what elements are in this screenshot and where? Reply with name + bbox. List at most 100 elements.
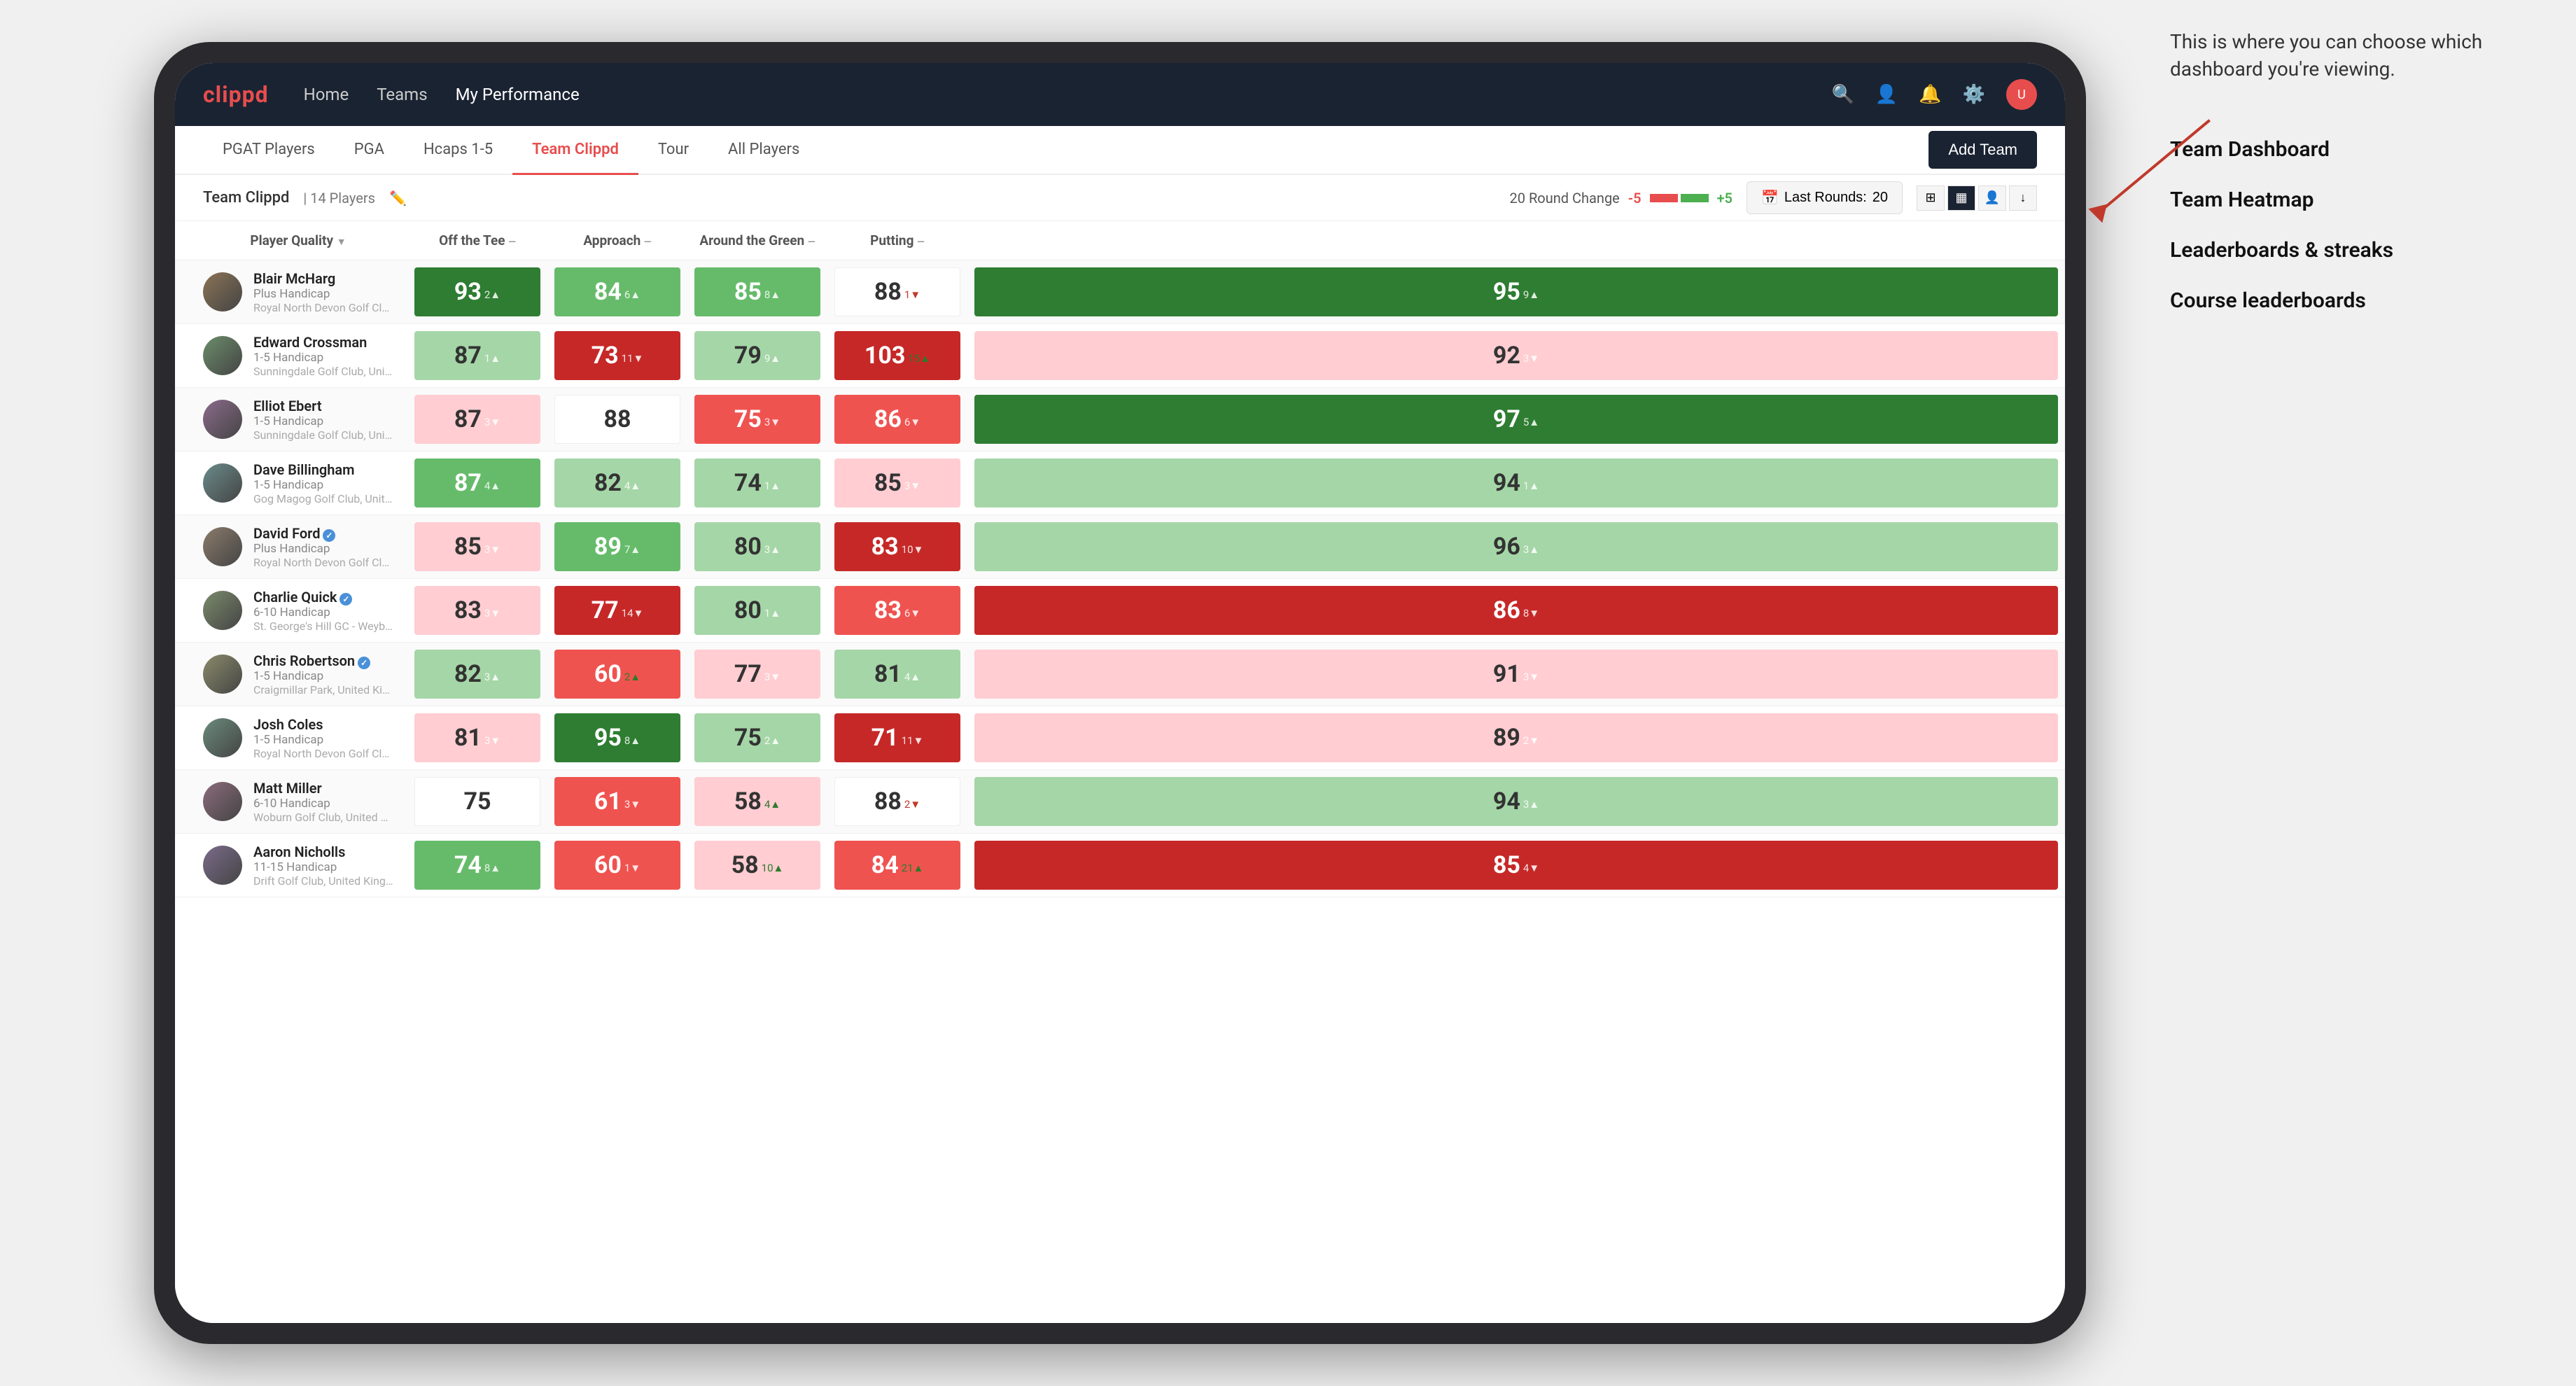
nav-my-performance[interactable]: My Performance — [456, 85, 580, 104]
metric-approach: 85 8▲ — [687, 260, 827, 324]
player-handicap: 1-5 Handicap — [253, 478, 393, 492]
player-info: Matt Miller 6-10 Handicap Woburn Golf Cl… — [203, 780, 393, 824]
view-icons: ⊞ ▦ 👤 ↓ — [1917, 186, 2037, 211]
metric-box: 60 2▲ — [554, 650, 680, 699]
player-info: Aaron Nicholls 11-15 Handicap Drift Golf… — [203, 844, 393, 888]
player-club: Royal North Devon Golf Club, United King… — [253, 747, 393, 760]
player-cell[interactable]: Aaron Nicholls 11-15 Handicap Drift Golf… — [175, 834, 407, 897]
tab-team-clippd[interactable]: Team Clippd — [512, 126, 638, 175]
player-cell[interactable]: Chris Robertson✓ 1-5 Handicap Craigmilla… — [175, 643, 407, 706]
metric-player_quality: 85 3▼ — [407, 515, 547, 579]
metric-value: 77 — [734, 660, 762, 688]
metric-box: 91 3▼ — [974, 650, 2058, 699]
metric-change: 4▲ — [904, 671, 920, 683]
player-cell[interactable]: Matt Miller 6-10 Handicap Woburn Golf Cl… — [175, 770, 407, 834]
metric-around: 88 2▼ — [827, 770, 967, 834]
last-rounds-button[interactable]: 📅 Last Rounds: 20 — [1746, 181, 1903, 214]
view-grid-icon[interactable]: ⊞ — [1917, 186, 1945, 211]
metric-value: 93 — [454, 278, 482, 306]
nav-bar: clippd Home Teams My Performance 🔍 👤 🔔 ⚙… — [175, 63, 2065, 126]
player-cell[interactable]: Edward Crossman 1-5 Handicap Sunningdale… — [175, 324, 407, 388]
metric-box: 87 1▲ — [414, 331, 540, 380]
player-info: Elliot Ebert 1-5 Handicap Sunningdale Go… — [203, 398, 393, 442]
metric-box: 87 3▼ — [414, 395, 540, 444]
sort-arrow-around[interactable]: — — [808, 237, 816, 248]
player-name: Blair McHarg — [253, 270, 393, 287]
sort-arrow-approach[interactable]: — — [644, 237, 652, 248]
sort-arrow-tee[interactable]: — — [508, 237, 516, 248]
table-row: Edward Crossman 1-5 Handicap Sunningdale… — [175, 324, 2065, 388]
tab-pgat-players[interactable]: PGAT Players — [203, 126, 335, 175]
metric-box: 61 3▼ — [554, 777, 680, 826]
metric-around: 86 6▼ — [827, 388, 967, 451]
app-logo[interactable]: clippd — [203, 81, 269, 108]
metric-change: 11▼ — [622, 352, 644, 365]
avatar[interactable]: U — [2006, 79, 2037, 110]
player-cell[interactable]: Dave Billingham 1-5 Handicap Gog Magog G… — [175, 451, 407, 515]
player-club: Gog Magog Golf Club, United Kingdom — [253, 492, 393, 505]
tab-all-players[interactable]: All Players — [708, 126, 819, 175]
metric-putting: 85 4▼ — [967, 834, 2065, 897]
verified-icon: ✓ — [358, 657, 370, 669]
metric-player_quality: 87 1▲ — [407, 324, 547, 388]
player-details: Blair McHarg Plus Handicap Royal North D… — [253, 270, 393, 314]
player-details: Edward Crossman 1-5 Handicap Sunningdale… — [253, 334, 393, 378]
metric-box: 75 — [414, 777, 540, 826]
player-handicap: 11-15 Handicap — [253, 860, 393, 874]
player-info: Edward Crossman 1-5 Handicap Sunningdale… — [203, 334, 393, 378]
add-team-button[interactable]: Add Team — [1928, 131, 2037, 169]
settings-icon[interactable]: ⚙️ — [1963, 84, 1985, 105]
metric-change: 2▲ — [764, 734, 780, 747]
player-cell[interactable]: Blair McHarg Plus Handicap Royal North D… — [175, 260, 407, 324]
metric-value: 77 — [592, 596, 619, 624]
metric-player_quality: 81 3▼ — [407, 706, 547, 770]
player-info: Josh Coles 1-5 Handicap Royal North Devo… — [203, 716, 393, 760]
metric-value: 61 — [594, 788, 622, 816]
sort-arrow-putting[interactable]: — — [917, 237, 925, 248]
view-download-icon[interactable]: ↓ — [2009, 186, 2037, 211]
metric-player_quality: 83 3▼ — [407, 579, 547, 643]
metric-change: 9▲ — [1523, 288, 1539, 301]
search-icon[interactable]: 🔍 — [1832, 84, 1854, 105]
player-cell[interactable]: Charlie Quick✓ 6-10 Handicap St. George'… — [175, 579, 407, 643]
table-row: Josh Coles 1-5 Handicap Royal North Devo… — [175, 706, 2065, 770]
nav-home[interactable]: Home — [304, 85, 349, 104]
metric-tee: 60 2▲ — [547, 643, 687, 706]
metric-box: 75 3▼ — [694, 395, 820, 444]
nav-teams[interactable]: Teams — [377, 85, 427, 104]
player-handicap: Plus Handicap — [253, 542, 393, 556]
table-body: Blair McHarg Plus Handicap Royal North D… — [175, 260, 2065, 897]
metric-value: 85 — [1493, 851, 1520, 879]
view-person-icon[interactable]: 👤 — [1978, 186, 2006, 211]
metric-approach: 75 2▲ — [687, 706, 827, 770]
player-cell[interactable]: Elliot Ebert 1-5 Handicap Sunningdale Go… — [175, 388, 407, 451]
player-handicap: 6-10 Handicap — [253, 606, 393, 620]
team-player-count: | 14 Players — [303, 190, 375, 206]
player-details: Charlie Quick✓ 6-10 Handicap St. George'… — [253, 589, 393, 633]
person-icon[interactable]: 👤 — [1875, 84, 1898, 105]
metric-change: 5▲ — [1523, 416, 1539, 428]
metric-box: 94 1▲ — [974, 458, 2058, 507]
player-details: Chris Robertson✓ 1-5 Handicap Craigmilla… — [253, 652, 393, 696]
tab-pga[interactable]: PGA — [335, 126, 404, 175]
bell-icon[interactable]: 🔔 — [1919, 84, 1941, 105]
view-table-icon[interactable]: ▦ — [1947, 186, 1975, 211]
tab-tour[interactable]: Tour — [638, 126, 708, 175]
sort-arrow-player[interactable]: ▼ — [337, 237, 346, 248]
metric-value: 58 — [734, 788, 762, 816]
player-club: Drift Golf Club, United Kingdom — [253, 874, 393, 888]
metric-box: 58 4▲ — [694, 777, 820, 826]
player-cell[interactable]: Josh Coles 1-5 Handicap Royal North Devo… — [175, 706, 407, 770]
ipad-frame: clippd Home Teams My Performance 🔍 👤 🔔 ⚙… — [154, 42, 2086, 1344]
edit-icon[interactable]: ✏️ — [389, 190, 407, 206]
last-rounds-label: Last Rounds: — [1784, 190, 1867, 206]
player-cell[interactable]: David Ford✓ Plus Handicap Royal North De… — [175, 515, 407, 579]
metric-box: 95 9▲ — [974, 267, 2058, 316]
metric-value: 84 — [872, 851, 899, 879]
metric-value: 75 — [463, 788, 491, 816]
table-row: Dave Billingham 1-5 Handicap Gog Magog G… — [175, 451, 2065, 515]
player-avatar — [203, 400, 242, 439]
metric-around: 88 1▼ — [827, 260, 967, 324]
tab-hcaps[interactable]: Hcaps 1-5 — [404, 126, 512, 175]
metric-box: 92 3▼ — [974, 331, 2058, 380]
